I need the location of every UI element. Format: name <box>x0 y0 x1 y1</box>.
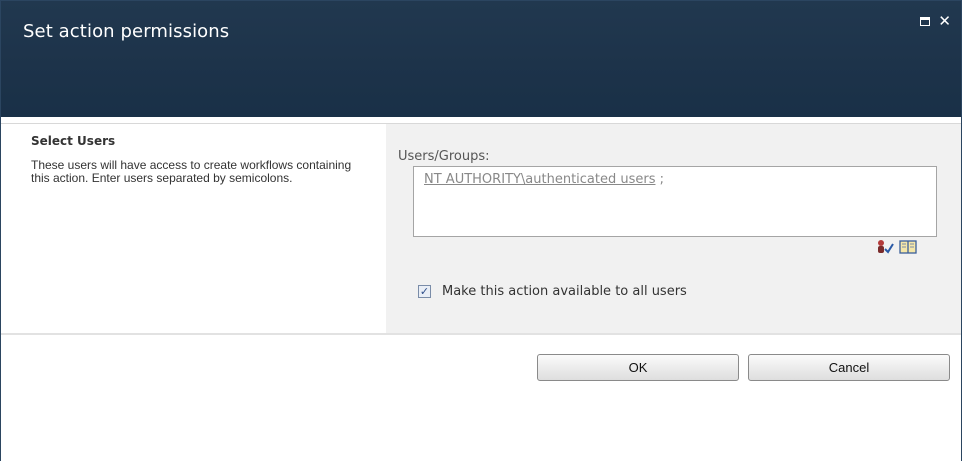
select-users-section: Select Users These users will have acces… <box>1 123 961 334</box>
check-names-icon[interactable] <box>876 239 894 255</box>
people-picker-icons <box>876 239 917 255</box>
close-icon[interactable]: ✕ <box>938 14 951 29</box>
address-book-icon[interactable] <box>899 239 917 255</box>
all-users-checkbox[interactable]: ✓ <box>418 285 431 298</box>
section-description-panel: Select Users These users will have acces… <box>1 124 386 334</box>
all-users-checkbox-row: ✓ Make this action available to all user… <box>418 284 687 299</box>
ok-button[interactable]: OK <box>537 354 739 381</box>
window-controls: ✕ <box>920 14 951 29</box>
users-groups-label: Users/Groups: <box>398 149 490 164</box>
resolved-user-link[interactable]: NT AUTHORITY\authenticated users <box>424 172 656 187</box>
dialog-titlebar: Set action permissions ✕ <box>1 1 961 117</box>
dialog-title: Set action permissions <box>23 21 230 42</box>
users-groups-input[interactable]: NT AUTHORITY\authenticated users ; <box>413 166 937 237</box>
section-input-panel: Users/Groups: NT AUTHORITY\authenticated… <box>386 124 961 334</box>
cancel-button[interactable]: Cancel <box>748 354 950 381</box>
section-title: Select Users <box>31 134 116 148</box>
checkmark-icon: ✓ <box>419 285 430 298</box>
buttons-divider <box>1 333 961 335</box>
maximize-icon[interactable] <box>920 16 931 26</box>
user-separator: ; <box>655 172 665 187</box>
dialog-window: Set action permissions ✕ Select Users Th… <box>0 0 962 461</box>
section-description: These users will have access to create w… <box>31 158 352 185</box>
all-users-checkbox-label[interactable]: Make this action available to all users <box>442 284 687 299</box>
